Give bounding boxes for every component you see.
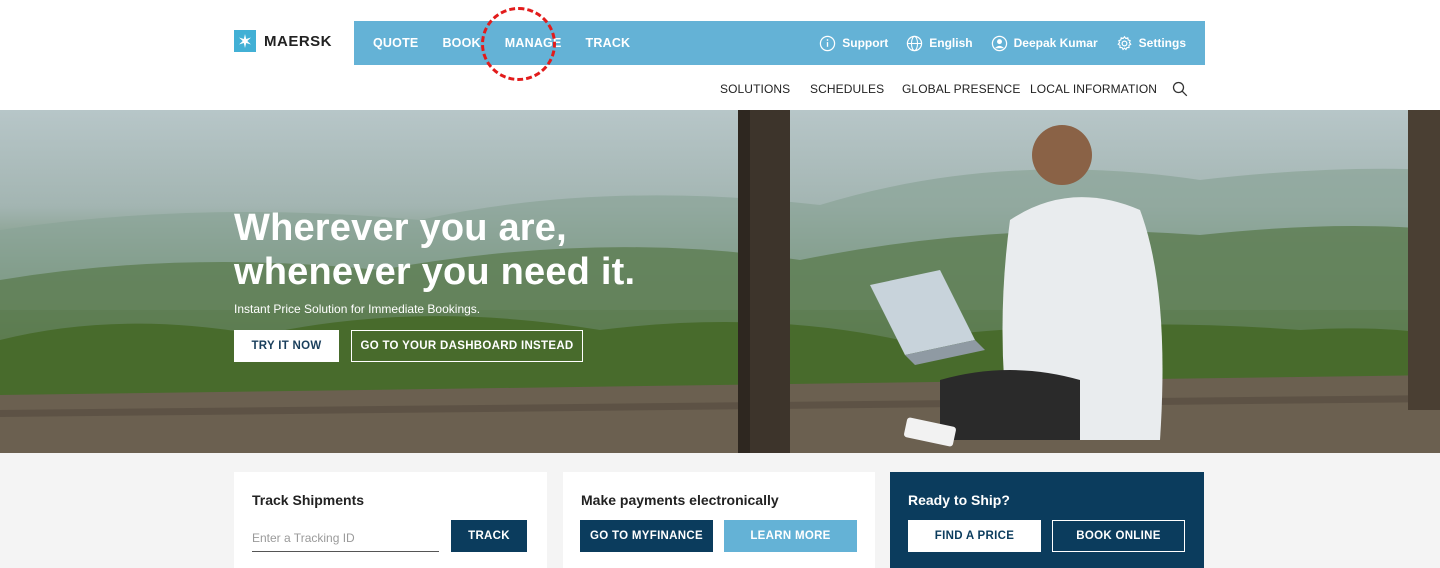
ready-to-ship-card: Ready to Ship? FIND A PRICE BOOK ONLINE <box>890 472 1204 568</box>
hero-title-line-2: whenever you need it. <box>234 251 636 293</box>
dashboard-button[interactable]: GO TO YOUR DASHBOARD INSTEAD <box>351 330 583 362</box>
site-header: MAERSK QUOTE BOOK MANAGE TRACK Support E… <box>0 0 1440 110</box>
primary-nav: QUOTE BOOK MANAGE TRACK <box>373 36 630 50</box>
find-a-price-button[interactable]: FIND A PRICE <box>908 520 1041 552</box>
secondary-nav: SOLUTIONS SCHEDULES GLOBAL PRESENCE LOCA… <box>0 80 1440 100</box>
hero-title: Wherever you are, whenever you need it. <box>234 206 794 294</box>
maersk-star-icon <box>234 30 256 52</box>
nav-global-presence[interactable]: GLOBAL PRESENCE <box>902 82 1020 96</box>
nav-book[interactable]: BOOK <box>442 36 480 50</box>
nav-solutions[interactable]: SOLUTIONS <box>720 82 790 96</box>
globe-icon <box>907 35 923 51</box>
payments-card: Make payments electronically GO TO MYFIN… <box>563 472 875 568</box>
hero-banner: Wherever you are, whenever you need it. … <box>0 110 1440 453</box>
settings-label: Settings <box>1138 36 1186 50</box>
nav-quote[interactable]: QUOTE <box>373 36 418 50</box>
language-label: English <box>929 36 973 50</box>
utility-nav: Support English Deepak Kumar Settings <box>819 35 1186 52</box>
payments-card-title: Make payments electronically <box>581 492 779 508</box>
primary-nav-bar: QUOTE BOOK MANAGE TRACK Support English … <box>354 21 1205 65</box>
hero-title-line-1: Wherever you are, <box>234 207 567 249</box>
ship-card-title: Ready to Ship? <box>908 492 1010 508</box>
support-label: Support <box>842 36 889 50</box>
track-button[interactable]: TRACK <box>451 520 527 552</box>
search-icon[interactable] <box>1172 81 1188 97</box>
user-icon <box>991 35 1007 51</box>
support-link[interactable]: Support <box>819 35 888 52</box>
track-card-title: Track Shipments <box>252 492 365 508</box>
info-icon <box>820 35 836 51</box>
user-name: Deepak Kumar <box>1013 36 1098 50</box>
language-selector[interactable]: English <box>906 35 973 52</box>
gear-icon <box>1117 35 1132 50</box>
nav-local-information[interactable]: LOCAL INFORMATION <box>1030 82 1157 96</box>
learn-more-button[interactable]: LEARN MORE <box>724 520 857 552</box>
track-shipments-card: Track Shipments TRACK <box>234 472 547 568</box>
nav-schedules[interactable]: SCHEDULES <box>810 82 884 96</box>
nav-track[interactable]: TRACK <box>586 36 631 50</box>
tracking-id-input[interactable] <box>252 524 439 552</box>
page: MAERSK QUOTE BOOK MANAGE TRACK Support E… <box>0 0 1440 568</box>
maersk-logo[interactable]: MAERSK <box>234 30 332 52</box>
hero-subtitle: Instant Price Solution for Immediate Boo… <box>234 302 481 316</box>
go-to-myfinance-button[interactable]: GO TO MYFINANCE <box>580 520 713 552</box>
try-it-now-button[interactable]: TRY IT NOW <box>234 330 339 362</box>
settings-link[interactable]: Settings <box>1116 35 1186 52</box>
book-online-button[interactable]: BOOK ONLINE <box>1052 520 1185 552</box>
logo-wordmark: MAERSK <box>264 32 333 50</box>
nav-manage[interactable]: MANAGE <box>505 36 562 50</box>
user-menu[interactable]: Deepak Kumar <box>991 35 1098 52</box>
